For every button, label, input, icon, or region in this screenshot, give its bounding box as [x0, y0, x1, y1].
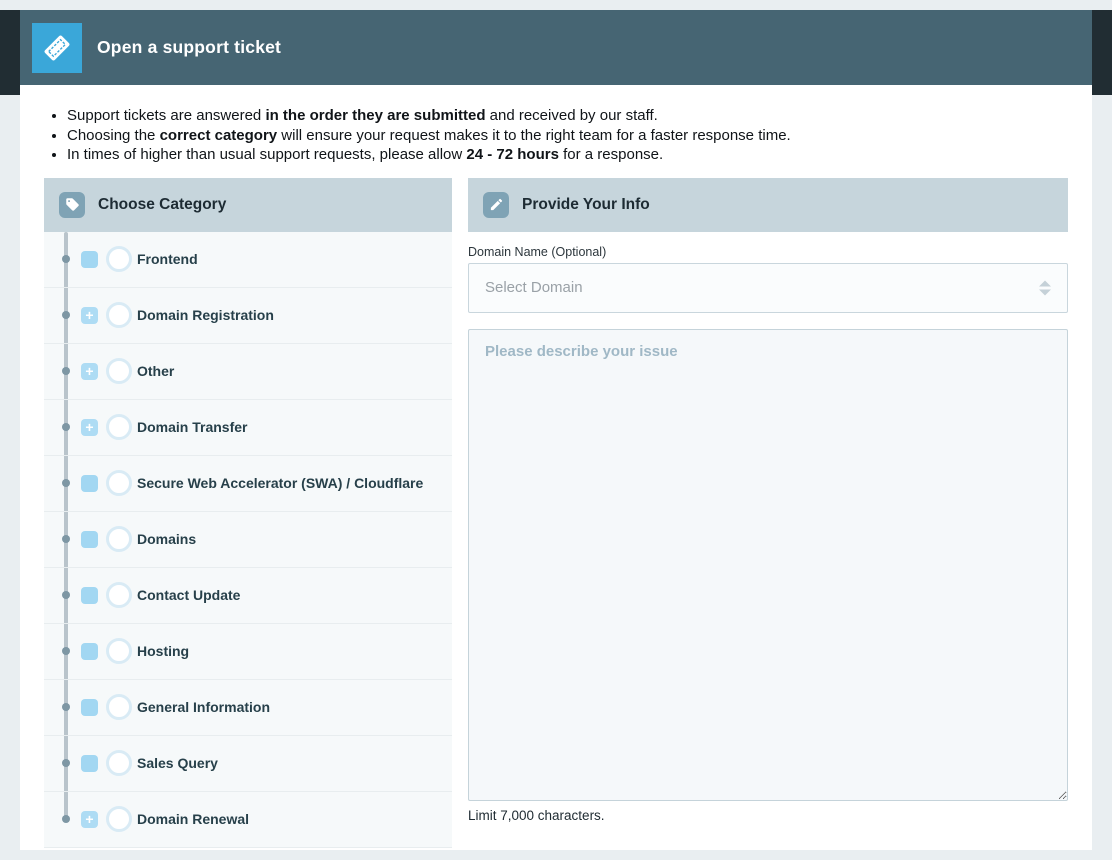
category-row[interactable]: Frontend [44, 232, 452, 288]
choose-category-header: Choose Category [44, 178, 452, 232]
category-row[interactable]: + Other [44, 344, 452, 400]
category-row[interactable]: General Information [44, 680, 452, 736]
panels: Choose Category Frontend + Domain Regist… [44, 178, 1068, 848]
category-label: Other [137, 363, 174, 379]
category-row[interactable]: + Domain Transfer [44, 400, 452, 456]
category-label: Contact Update [137, 587, 240, 603]
ticket-icon [32, 23, 82, 73]
domain-select[interactable]: Select Domain [468, 263, 1068, 313]
category-label: Domain Registration [137, 307, 274, 323]
choose-category-panel: Choose Category Frontend + Domain Regist… [44, 178, 452, 848]
category-square-icon[interactable] [81, 251, 98, 268]
timeline-dot-icon [62, 367, 70, 375]
category-radio[interactable] [106, 806, 132, 832]
card-body: Support tickets are answered in the orde… [20, 106, 1092, 848]
char-limit-note: Limit 7,000 characters. [468, 808, 1068, 823]
category-square-icon[interactable] [81, 699, 98, 716]
category-radio[interactable] [106, 470, 132, 496]
domain-select-placeholder: Select Domain [485, 279, 583, 296]
timeline-dot-icon [62, 759, 70, 767]
page-header: Open a support ticket [20, 10, 1092, 85]
category-list: Frontend + Domain Registration + Other +… [44, 232, 452, 848]
support-ticket-card: Open a support ticket Support tickets ar… [20, 10, 1092, 850]
category-row[interactable]: Hosting [44, 624, 452, 680]
timeline-dot-icon [62, 479, 70, 487]
category-label: General Information [137, 699, 270, 715]
timeline-dot-icon [62, 535, 70, 543]
timeline-dot-icon [62, 311, 70, 319]
category-square-icon[interactable] [81, 643, 98, 660]
panel-title: Choose Category [98, 196, 226, 214]
category-square-icon[interactable] [81, 475, 98, 492]
pencil-icon [483, 192, 509, 218]
category-label: Frontend [137, 251, 198, 267]
category-row[interactable]: Secure Web Accelerator (SWA) / Cloudflar… [44, 456, 452, 512]
category-radio[interactable] [106, 750, 132, 776]
timeline-dot-icon [62, 815, 70, 823]
provide-info-panel: Provide Your Info Domain Name (Optional)… [468, 178, 1068, 848]
panel-title: Provide Your Info [522, 196, 650, 214]
category-radio[interactable] [106, 526, 132, 552]
issue-textarea[interactable] [468, 329, 1068, 801]
category-label: Domain Renewal [137, 811, 249, 827]
expand-plus-icon[interactable]: + [81, 307, 98, 324]
expand-plus-icon[interactable]: + [81, 811, 98, 828]
domain-name-label: Domain Name (Optional) [468, 245, 1068, 259]
tag-icon [59, 192, 85, 218]
category-radio[interactable] [106, 246, 132, 272]
expand-plus-icon[interactable]: + [81, 363, 98, 380]
category-label: Domain Transfer [137, 419, 247, 435]
category-label: Hosting [137, 643, 189, 659]
category-row[interactable]: + Domain Renewal [44, 792, 452, 848]
select-arrows-icon [1039, 280, 1051, 295]
category-label: Secure Web Accelerator (SWA) / Cloudflar… [137, 475, 423, 491]
category-square-icon[interactable] [81, 587, 98, 604]
category-square-icon[interactable] [81, 531, 98, 548]
notes-list: Support tickets are answered in the orde… [44, 106, 1068, 165]
timeline-dot-icon [62, 423, 70, 431]
category-radio[interactable] [106, 694, 132, 720]
expand-plus-icon[interactable]: + [81, 419, 98, 436]
category-row[interactable]: Domains [44, 512, 452, 568]
note-item: Support tickets are answered in the orde… [67, 106, 1068, 126]
timeline-dot-icon [62, 255, 70, 263]
category-radio[interactable] [106, 638, 132, 664]
note-item: Choosing the correct category will ensur… [67, 126, 1068, 146]
timeline-dot-icon [62, 647, 70, 655]
category-radio[interactable] [106, 582, 132, 608]
category-square-icon[interactable] [81, 755, 98, 772]
page-title: Open a support ticket [97, 37, 281, 58]
timeline-dot-icon [62, 591, 70, 599]
note-item: In times of higher than usual support re… [67, 145, 1068, 165]
category-radio[interactable] [106, 302, 132, 328]
timeline-dot-icon [62, 703, 70, 711]
category-radio[interactable] [106, 358, 132, 384]
category-radio[interactable] [106, 414, 132, 440]
category-row[interactable]: Contact Update [44, 568, 452, 624]
category-row[interactable]: Sales Query [44, 736, 452, 792]
category-label: Domains [137, 531, 196, 547]
category-label: Sales Query [137, 755, 218, 771]
provide-info-header: Provide Your Info [468, 178, 1068, 232]
category-row[interactable]: + Domain Registration [44, 288, 452, 344]
